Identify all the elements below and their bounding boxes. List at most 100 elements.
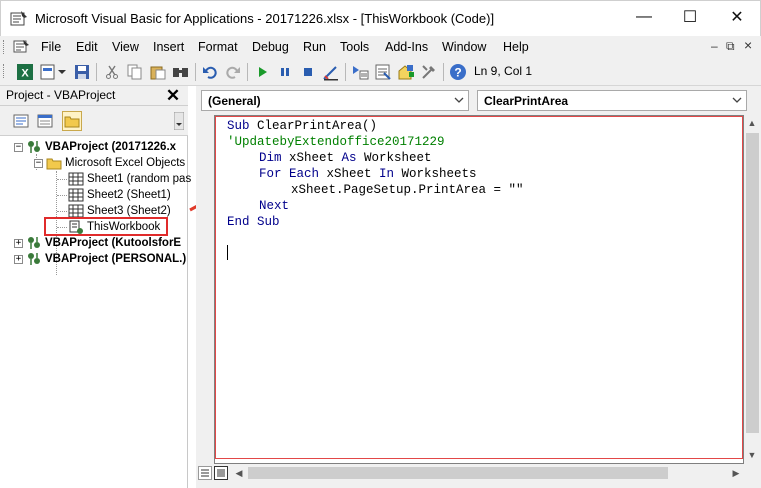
cursor-position: Ln 9, Col 1 — [474, 64, 533, 78]
close-button[interactable]: ✕ — [714, 1, 760, 33]
code-keyword: Sub — [227, 119, 258, 133]
menu-help[interactable]: Help — [503, 40, 529, 54]
project-tree: − VBAProject (20171226.x − Microsoft Exc… — [0, 137, 191, 488]
project-explorer-title: Project - VBAProject — [6, 88, 116, 102]
scroll-right-icon[interactable]: ▶ — [731, 468, 741, 478]
tree-item-label: VBAProject (20171226.x — [45, 141, 177, 153]
project-explorer-close-button[interactable]: ✕ — [163, 86, 183, 106]
tree-item-sheet2[interactable]: Sheet2 (Sheet1) — [68, 187, 171, 203]
mdi-close-button[interactable]: × — [744, 37, 752, 53]
horizontal-scrollbar[interactable]: ◀ ▶ — [196, 464, 744, 482]
vba-app-icon — [10, 11, 27, 26]
svg-text:X: X — [21, 68, 29, 80]
properties-icon[interactable] — [373, 62, 393, 82]
undo-icon[interactable] — [200, 62, 220, 82]
object-browser-icon[interactable] — [396, 62, 416, 82]
code-line: xSheet.PageSetup.PrintArea = "" — [291, 183, 524, 197]
maximize-button[interactable]: ☐ — [667, 1, 713, 33]
minimize-button[interactable]: — — [621, 1, 667, 33]
scroll-left-icon[interactable]: ◀ — [234, 468, 244, 478]
code-comment: 'UpdatebyExtendoffice20171229 — [227, 135, 445, 149]
code-token: ClearPrintArea() — [257, 119, 378, 133]
code-token: Worksheets — [401, 167, 477, 181]
project-explorer-icon[interactable] — [350, 62, 370, 82]
menu-insert[interactable]: Insert — [153, 40, 184, 54]
mdi-restore-button[interactable]: ⧉ — [726, 39, 735, 54]
reset-icon[interactable] — [298, 62, 318, 82]
menu-grip[interactable] — [3, 40, 6, 54]
tree-item-label: Sheet3 (Sheet2) — [87, 205, 171, 217]
thisworkbook-highlight-box — [44, 217, 168, 236]
code-keyword: For Each — [259, 167, 327, 181]
tree-item-label: Sheet2 (Sheet1) — [87, 189, 171, 201]
object-combo[interactable]: (General) — [201, 90, 469, 111]
chevron-down-icon[interactable] — [732, 94, 742, 106]
code-line: Sub ClearPrintArea() — [227, 119, 377, 133]
copy-icon[interactable] — [125, 62, 145, 82]
expand-toggle[interactable]: + — [14, 238, 23, 248]
code-keyword: Dim — [259, 151, 290, 165]
vertical-scroll-thumb[interactable] — [746, 133, 759, 433]
tree-item-label: Sheet1 (random pas — [87, 173, 192, 185]
code-window: (General) ClearPrintArea Sub ClearPrintA… — [196, 86, 761, 488]
menu-format[interactable]: Format — [198, 40, 238, 54]
code-editor[interactable]: Sub ClearPrintArea() 'UpdatebyExtendoffic… — [214, 115, 744, 464]
menu-run[interactable]: Run — [303, 40, 326, 54]
view-object-icon[interactable] — [35, 111, 55, 131]
save-icon[interactable] — [72, 62, 92, 82]
menu-window[interactable]: Window — [442, 40, 486, 54]
horizontal-scroll-thumb[interactable] — [248, 467, 668, 479]
menu-view[interactable]: View — [112, 40, 139, 54]
paste-icon[interactable] — [148, 62, 168, 82]
procedure-combo[interactable]: ClearPrintArea — [477, 90, 747, 111]
code-token: xSheet.PageSetup.PrintArea = "" — [291, 183, 524, 197]
project-explorer-toolbar — [0, 106, 188, 136]
tree-item-excel-objects[interactable]: − Microsoft Excel Objects — [34, 155, 185, 171]
folder-icon — [46, 158, 62, 170]
menu-file[interactable]: File — [41, 40, 61, 54]
menu-edit[interactable]: Edit — [76, 40, 98, 54]
insert-module-icon[interactable] — [38, 62, 68, 82]
design-mode-icon[interactable] — [321, 62, 341, 82]
toolbox-icon[interactable] — [419, 62, 439, 82]
code-line: 'UpdatebyExtendoffice20171229 — [227, 135, 445, 149]
toolbar-grip[interactable] — [3, 64, 6, 78]
code-line: Next — [259, 199, 289, 213]
vertical-scrollbar[interactable]: ▲ ▼ — [744, 115, 761, 464]
collapse-toggle[interactable]: − — [14, 142, 23, 152]
procedure-view-icon — [201, 469, 209, 477]
scroll-up-icon[interactable]: ▲ — [747, 118, 757, 128]
code-line: End Sub — [227, 215, 280, 229]
full-module-view-button[interactable] — [214, 466, 228, 480]
break-icon[interactable] — [275, 62, 295, 82]
procedure-view-button[interactable] — [198, 466, 212, 480]
view-code-icon[interactable] — [11, 111, 31, 131]
worksheet-icon — [68, 188, 84, 202]
menu-debug[interactable]: Debug — [252, 40, 289, 54]
vba-menu-icon[interactable] — [13, 39, 31, 55]
tree-item-sheet1[interactable]: Sheet1 (random pas — [68, 171, 191, 187]
excel-icon[interactable]: X — [15, 62, 35, 82]
vba-project-icon — [28, 253, 40, 265]
scroll-down-icon[interactable]: ▼ — [747, 450, 757, 460]
full-module-view-icon — [217, 469, 225, 477]
tree-item-vbaproject-personal[interactable]: + VBAProject (PERSONAL.) — [14, 251, 186, 267]
find-icon[interactable] — [171, 62, 191, 82]
run-icon[interactable] — [252, 62, 272, 82]
help-icon[interactable]: ? — [448, 62, 468, 82]
menu-bar: File Edit View Insert Format Debug Run T… — [0, 36, 761, 58]
collapse-toggle[interactable]: − — [34, 158, 43, 168]
tree-item-vbaproject-kutools[interactable]: + VBAProject (KutoolsforE — [14, 235, 181, 251]
cut-icon[interactable] — [102, 62, 122, 82]
expand-toggle[interactable]: + — [14, 254, 23, 264]
toggle-folders-button[interactable] — [62, 111, 82, 131]
code-keyword: End Sub — [227, 215, 280, 229]
menu-tools[interactable]: Tools — [340, 40, 369, 54]
menu-add-ins[interactable]: Add-Ins — [385, 40, 428, 54]
redo-icon[interactable] — [223, 62, 243, 82]
chevron-down-icon[interactable] — [454, 94, 464, 106]
mdi-minimize-button[interactable]: – — [711, 39, 718, 53]
tree-item-label: VBAProject (PERSONAL.) — [45, 253, 187, 265]
panel-scroll-arrow-icon[interactable] — [174, 112, 184, 130]
tree-item-vbaproject-20171226[interactable]: − VBAProject (20171226.x — [14, 139, 176, 155]
